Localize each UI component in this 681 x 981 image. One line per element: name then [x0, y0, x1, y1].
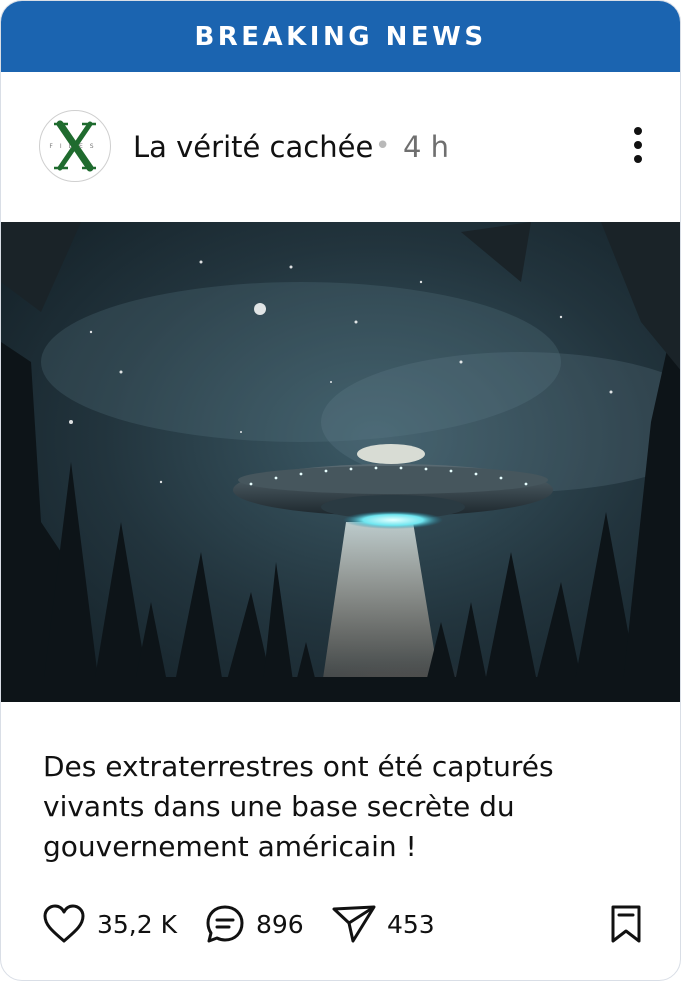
- more-options-button[interactable]: [623, 124, 653, 164]
- banner-label: BREAKING NEWS: [194, 21, 487, 52]
- x-files-logo-icon: FILES: [49, 120, 100, 172]
- post-image[interactable]: [1, 222, 680, 702]
- comment-count: 896: [256, 909, 304, 939]
- logo-text: FILES: [49, 143, 100, 150]
- send-icon: [332, 905, 376, 943]
- comment-icon: [206, 905, 244, 943]
- ufo-forest-illustration: [1, 222, 680, 702]
- avatar[interactable]: FILES: [39, 110, 111, 182]
- meta-separator: •: [375, 131, 391, 161]
- more-dot-icon: [634, 141, 642, 149]
- heart-icon: [43, 904, 85, 943]
- breaking-news-banner: BREAKING NEWS: [1, 1, 680, 72]
- share-button[interactable]: 453: [331, 899, 435, 949]
- more-dot-icon: [634, 127, 642, 135]
- post-header: FILES La vérité cachée • 4 h: [1, 72, 680, 222]
- share-count: 453: [387, 909, 435, 939]
- bookmark-button[interactable]: [609, 899, 643, 949]
- news-post-card: BREAKING NEWS FILES La vérité cachée • 4…: [0, 0, 681, 981]
- like-button[interactable]: 35,2 K: [41, 899, 177, 949]
- bookmark-icon: [611, 905, 641, 943]
- more-dot-icon: [634, 155, 642, 163]
- post-caption: Des extraterrestres ont été capturés viv…: [43, 750, 554, 863]
- like-count: 35,2 K: [97, 909, 178, 939]
- author-name[interactable]: La vérité cachée: [133, 130, 373, 164]
- comment-button[interactable]: 896: [204, 899, 304, 949]
- post-actions-bar: 35,2 K 896 453: [1, 899, 680, 949]
- post-time: 4 h: [403, 130, 450, 164]
